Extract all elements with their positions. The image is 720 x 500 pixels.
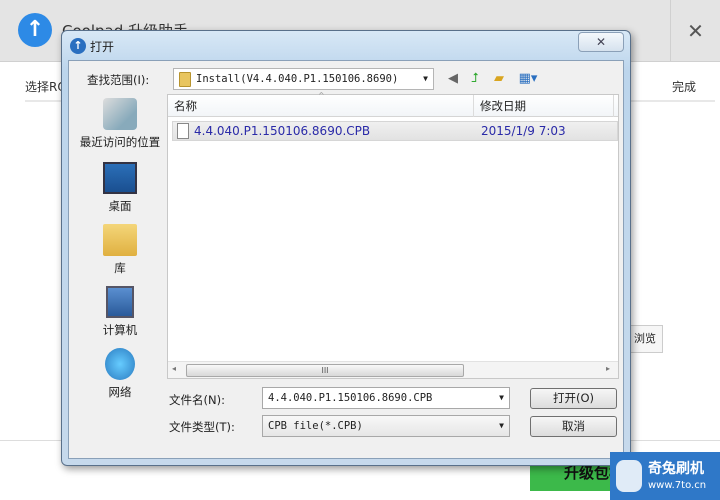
dialog-close-button[interactable]: ✕: [578, 32, 624, 52]
file-icon: [177, 123, 189, 139]
place-label: 网络: [108, 385, 132, 399]
folder-icon: [179, 72, 191, 87]
computer-icon: [106, 286, 134, 318]
place-label: 计算机: [102, 323, 138, 337]
filename-label: 文件名(N):: [169, 393, 225, 407]
file-list: 名称 ^ 修改日期 4.4.040.P1.150106.8690.CPB 201…: [167, 91, 619, 379]
cancel-button[interactable]: 取消: [530, 416, 617, 437]
scrollbar-thumb[interactable]: III: [186, 364, 464, 377]
open-file-dialog: ↑ 打开 ✕ 查找范围(I): Install(V4.4.040.P1.1501…: [61, 30, 631, 466]
network-icon: [105, 348, 135, 380]
filetype-label: 文件类型(T):: [169, 420, 235, 434]
scroll-left-icon[interactable]: ◂: [172, 364, 176, 373]
scroll-right-icon[interactable]: ▸: [606, 364, 610, 373]
sort-ascending-icon: ^: [318, 91, 325, 100]
open-button[interactable]: 打开(O): [530, 388, 617, 409]
dialog-title: 打开: [90, 40, 115, 54]
watermark-logo: 奇兔刷机 www.7to.cn: [610, 452, 720, 500]
place-label: 最近访问的位置: [79, 135, 161, 149]
filename-value: 4.4.040.P1.150106.8690.CPB: [268, 392, 433, 404]
file-row[interactable]: 4.4.040.P1.150106.8690.CPB 2015/1/9 7:03: [172, 121, 618, 141]
step-finish: 完成: [672, 80, 697, 94]
file-modified: 2015/1/9 7:03: [481, 124, 566, 138]
chevron-down-icon: ▼: [423, 74, 428, 83]
watermark-url: www.7to.cn: [648, 480, 707, 491]
dialog-body: 查找范围(I): Install(V4.4.040.P1.150106.8690…: [68, 60, 624, 459]
horizontal-scrollbar[interactable]: ◂ III ▸: [168, 361, 618, 378]
filename-input[interactable]: 4.4.040.P1.150106.8690.CPB ▼: [262, 387, 510, 409]
new-folder-icon[interactable]: ▰: [491, 71, 507, 87]
dialog-app-icon: ↑: [70, 38, 86, 54]
filetype-value: CPB file(*.CPB): [268, 420, 363, 432]
app-close-button[interactable]: ✕: [670, 0, 720, 62]
upload-icon: ↑: [18, 13, 52, 47]
file-name: 4.4.040.P1.150106.8690.CPB: [194, 124, 371, 138]
lookin-dropdown[interactable]: Install(V4.4.040.P1.150106.8690) ▼: [173, 68, 434, 90]
place-desktop[interactable]: 桌面: [75, 162, 165, 214]
place-computer[interactable]: 计算机: [75, 286, 165, 338]
library-icon: [103, 224, 137, 256]
place-network[interactable]: 网络: [75, 348, 165, 400]
view-menu-icon[interactable]: ▦▾: [515, 71, 541, 87]
file-list-header: 名称 ^ 修改日期: [168, 91, 618, 117]
desktop-icon: [103, 162, 137, 194]
column-modified[interactable]: 修改日期: [474, 95, 614, 117]
recent-places-icon: [103, 98, 137, 130]
back-icon[interactable]: ◀: [445, 71, 461, 87]
watermark-brand: 奇兔刷机: [648, 461, 704, 477]
place-label: 库: [114, 261, 126, 275]
place-label: 桌面: [108, 199, 132, 213]
places-bar: 最近访问的位置 桌面 库 计算机 网络: [75, 94, 165, 400]
place-libraries[interactable]: 库: [75, 224, 165, 276]
rabbit-logo-icon: [616, 460, 642, 492]
filetype-select[interactable]: CPB file(*.CPB) ▼: [262, 415, 510, 437]
lookin-label: 查找范围(I):: [87, 73, 150, 87]
up-folder-icon[interactable]: ⮥: [467, 71, 483, 87]
chevron-down-icon[interactable]: ▼: [499, 388, 504, 408]
lookin-value: Install(V4.4.040.P1.150106.8690): [196, 73, 399, 85]
chevron-down-icon: ▼: [499, 421, 504, 430]
place-recent[interactable]: 最近访问的位置: [75, 98, 165, 150]
